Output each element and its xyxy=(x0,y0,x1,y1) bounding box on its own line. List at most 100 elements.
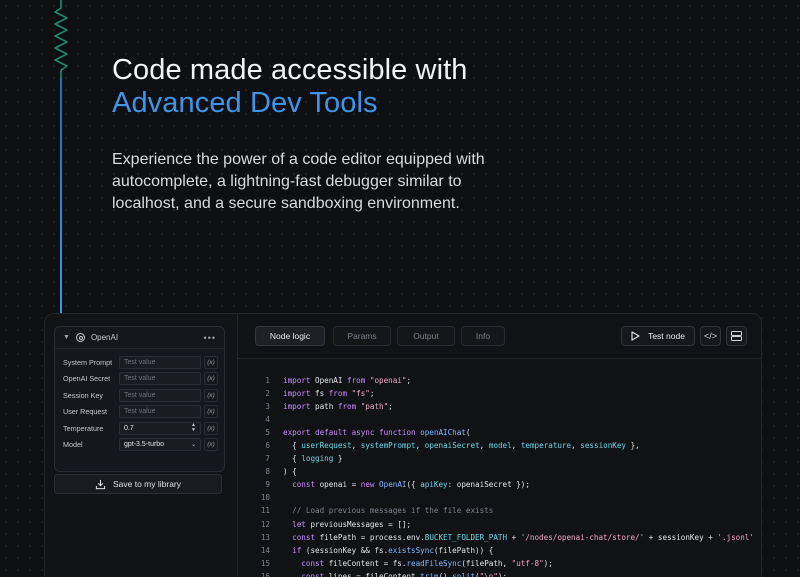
save-to-library-button[interactable]: Save to my library xyxy=(54,474,222,494)
field-value: Test value xyxy=(124,358,156,366)
code-token: path xyxy=(315,402,338,412)
code-view-icon[interactable]: </> xyxy=(700,326,721,346)
node-header[interactable]: ▼ OpenAI ••• xyxy=(55,327,224,349)
line-number: 1 xyxy=(265,376,270,385)
code-token: , xyxy=(511,441,521,451)
stepper-icon[interactable]: ▲ ▼ xyxy=(191,423,196,433)
variable-toggle-icon[interactable]: (x) xyxy=(204,372,218,386)
line-number: 7 xyxy=(265,454,270,464)
hero-description: Experience the power of a code editor eq… xyxy=(112,151,485,212)
node-fields: System Prompt Test value (x) OpenAI Secret T… xyxy=(55,349,224,453)
code-token: "\n" xyxy=(479,571,498,577)
field-input[interactable]: Test value xyxy=(119,388,201,402)
code-line: 5 export default async function openAICha… xyxy=(250,426,755,439)
tab-node-logic[interactable]: Node logic xyxy=(255,326,325,346)
code-token: { xyxy=(283,454,302,464)
field-input[interactable]: Test value xyxy=(119,372,201,386)
line-number: 15 xyxy=(260,558,270,568)
test-node-label: Test node xyxy=(648,331,685,341)
code-line: 13 const filePath = process.env. BUCKET_F… xyxy=(250,531,755,544)
code-line: 14 if (sessionKey && fs. existsSync (fileP… xyxy=(250,544,755,557)
field-label: Temperature xyxy=(63,423,104,433)
field-label: User Request xyxy=(63,407,107,417)
code-token: } xyxy=(333,454,343,464)
variable-toggle-icon[interactable]: (x) xyxy=(204,421,218,435)
variable-toggle-icon[interactable]: (x) xyxy=(204,438,218,452)
code-token: let xyxy=(292,519,311,529)
code-token: import xyxy=(283,402,316,412)
code-token: apiKey xyxy=(420,480,448,490)
tab-params[interactable]: Params xyxy=(333,326,391,346)
variable-toggle-icon[interactable]: (x) xyxy=(204,355,218,369)
field-input[interactable]: Test value xyxy=(119,355,201,369)
code-token: export default async function xyxy=(283,428,421,438)
code-token: userRequest xyxy=(301,441,352,451)
code-token: (filePath, xyxy=(461,558,512,568)
play-icon xyxy=(631,331,640,341)
code-token: , xyxy=(415,441,425,451)
line-number: 8 xyxy=(265,467,270,477)
code-editor[interactable]: 1 import OpenAI from "openai"; 2 import fs … xyxy=(250,374,755,577)
code-token: BUCKET_FOLDER_PATH xyxy=(424,532,508,542)
code-line: 9 const openai = new OpenAI({ apiKey: op… xyxy=(250,478,755,491)
field-input[interactable]: gpt-3.5-turbo ⌄ xyxy=(119,438,201,452)
layout-icon[interactable] xyxy=(726,326,747,346)
code-token: logging xyxy=(301,454,334,464)
field-input[interactable]: Test value xyxy=(119,405,201,419)
line-number: 12 xyxy=(260,519,270,529)
code-token: lines = fileContent. xyxy=(328,571,421,577)
code-line: 7 { logging } xyxy=(250,452,755,465)
variable-toggle-icon[interactable]: (x) xyxy=(204,405,218,419)
field-input[interactable]: 0.7 ▲ ▼ xyxy=(119,421,201,435)
code-token: const xyxy=(292,532,320,542)
node-field-row: Temperature 0.7 ▲ ▼ (x) xyxy=(60,420,219,437)
code-line: 1 import OpenAI from "openai"; xyxy=(250,374,755,387)
tab-output[interactable]: Output xyxy=(397,326,455,346)
code-line: 4 xyxy=(250,413,755,426)
field-value: Test value xyxy=(124,375,156,383)
tab-info[interactable]: Info xyxy=(461,326,505,346)
code-token: fileContent = fs. xyxy=(328,558,407,568)
code-token: readFileSync xyxy=(406,558,462,568)
test-node-button[interactable]: Test node xyxy=(621,326,695,346)
code-token: const xyxy=(292,480,320,490)
openai-logo-icon xyxy=(75,333,85,342)
code-line: 12 let previousMessages = []; xyxy=(250,518,755,531)
chevron-down-icon[interactable]: ▼ xyxy=(63,334,70,341)
code-token: // Load previous messages if the file ex… xyxy=(283,506,494,516)
more-options-icon[interactable]: ••• xyxy=(204,333,216,343)
code-token: "fs" xyxy=(351,389,370,399)
code-token: , xyxy=(571,441,581,451)
code-token: ( xyxy=(465,428,471,438)
line-number: 9 xyxy=(265,480,270,490)
code-token: const xyxy=(301,558,329,568)
node-field-row: Model gpt-3.5-turbo ⌄ (x) xyxy=(60,437,219,454)
download-icon xyxy=(95,479,106,489)
node-sidebar: ▼ OpenAI ••• System Prompt Test value (x) O… xyxy=(45,314,238,577)
line-number: 13 xyxy=(260,532,270,542)
field-label: Session Key xyxy=(63,390,103,400)
code-token: , xyxy=(351,441,361,451)
code-token: new xyxy=(360,480,380,490)
node-field-row: OpenAI Secret Test value (x) xyxy=(60,371,219,388)
line-number: 4 xyxy=(265,415,270,425)
chevron-down-icon[interactable]: ⌄ xyxy=(191,441,196,448)
accent-line xyxy=(60,78,62,315)
line-number: 11 xyxy=(260,506,270,516)
code-token: "utf-8" xyxy=(511,558,544,568)
node-field-row: User Request Test value (x) xyxy=(60,404,219,421)
code-token: trim xyxy=(420,571,439,577)
code-token: filePath = process.env. xyxy=(319,532,425,542)
save-button-label: Save to my library xyxy=(112,479,182,489)
code-token: "openai" xyxy=(369,376,407,385)
code-line: 16 const lines = fileContent. trim (). spli… xyxy=(250,570,755,577)
variable-toggle-icon[interactable]: (x) xyxy=(204,388,218,402)
code-line: 10 xyxy=(250,491,755,504)
code-token: openaiSecret xyxy=(424,441,480,451)
code-line: 8) { xyxy=(250,465,755,478)
